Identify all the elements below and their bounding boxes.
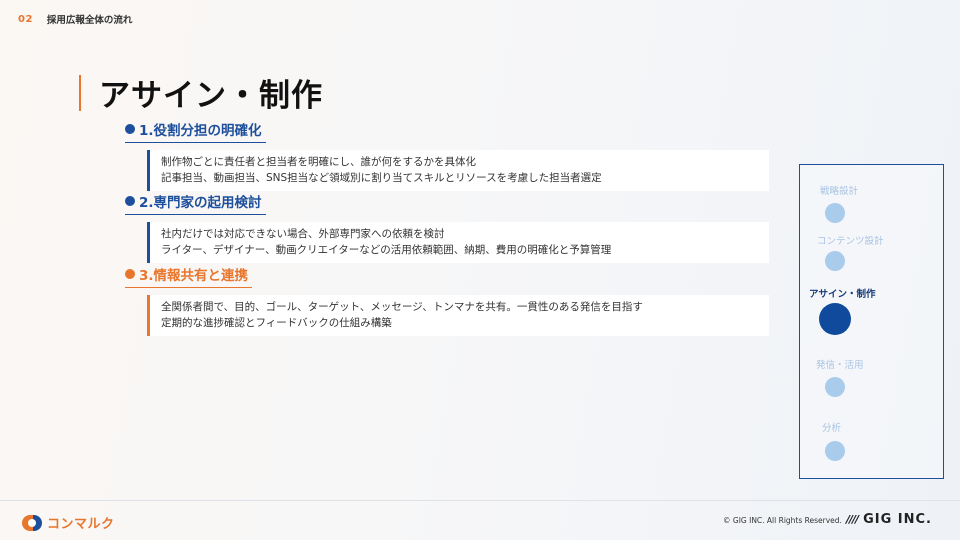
bullet-icon xyxy=(125,196,135,206)
conmaruku-logo-icon xyxy=(22,514,42,531)
flow-step-dot xyxy=(825,377,845,397)
description-line: 制作物ごとに責任者と担当者を明確にし、誰が何をするかを具体化 xyxy=(161,156,476,168)
title-block: アサイン・制作 xyxy=(79,70,323,115)
bullet-icon xyxy=(125,269,135,279)
item-title: 2.専門家の起用検討 xyxy=(139,195,262,211)
item-expert-hiring: 2.専門家の起用検討 社内だけでは対応できない場合、外部専門家への依頼を検討 ラ… xyxy=(125,191,770,263)
gig-logo-mark: //// xyxy=(846,513,859,526)
process-flow-panel: 戦略設計 コンテンツ設計 アサイン・制作 発信・活用 分析 xyxy=(799,164,944,479)
flow-step-dot xyxy=(825,203,845,223)
bullet-icon xyxy=(125,124,135,134)
page-title: アサイン・制作 xyxy=(99,78,323,114)
flow-step-dot-active xyxy=(819,303,851,335)
flow-step-publishing: 発信・活用 xyxy=(816,353,864,372)
flow-step-strategy: 戦略設計 xyxy=(820,179,858,198)
item-information-sharing: 3.情報共有と連携 全関係者間で、目的、ゴール、ターゲット、メッセージ、トンマナ… xyxy=(125,264,770,336)
description-line: ライター、デザイナー、動画クリエイターなどの活用依頼範囲、納期、費用の明確化と予… xyxy=(161,244,612,256)
item-role-clarification: 1.役割分担の明確化 制作物ごとに責任者と担当者を明確にし、誰が何をするかを具体… xyxy=(125,119,770,191)
flow-step-assign-production: アサイン・制作 xyxy=(809,282,876,301)
item-heading: 3.情報共有と連携 xyxy=(125,264,253,288)
item-description: 全関係者間で、目的、ゴール、ターゲット、メッセージ、トンマナを共有。一貫性のある… xyxy=(147,295,769,336)
gig-logo-text: GIG INC. xyxy=(863,512,932,527)
flow-step-label: 戦略設計 xyxy=(820,186,859,197)
footer-divider xyxy=(0,500,960,501)
logo-text: コンマルク xyxy=(47,517,115,532)
description-line: 定期的な進捗確認とフィードバックの仕組み構築 xyxy=(161,317,392,329)
item-title: 3.情報共有と連携 xyxy=(139,268,249,284)
copyright-text: © GIG INC. All Rights Reserved. xyxy=(723,516,842,525)
flow-step-label: 発信・活用 xyxy=(816,360,864,371)
flow-step-label: コンテンツ設計 xyxy=(817,236,884,247)
conmaruku-logo: コンマルク xyxy=(22,513,115,532)
flow-step-label: アサイン・制作 xyxy=(809,289,876,300)
flow-step-dot xyxy=(825,251,845,271)
item-description: 制作物ごとに責任者と担当者を明確にし、誰が何をするかを具体化 記事担当、動画担当… xyxy=(147,150,769,191)
flow-step-content-design: コンテンツ設計 xyxy=(817,229,884,248)
description-line: 全関係者間で、目的、ゴール、ターゲット、メッセージ、トンマナを共有。一貫性のある… xyxy=(161,301,643,313)
item-title: 1.役割分担の明確化 xyxy=(139,123,262,139)
description-line: 記事担当、動画担当、SNS担当など領域別に割り当てスキルとリソースを考慮した担当… xyxy=(161,172,602,184)
title-accent-bar xyxy=(79,74,81,111)
gig-inc-logo: //// GIG INC. xyxy=(846,512,932,527)
flow-step-analysis: 分析 xyxy=(822,416,841,435)
flow-step-dot xyxy=(825,441,845,461)
section-title: 採用広報全体の流れ xyxy=(46,15,133,26)
flow-step-label: 分析 xyxy=(822,423,842,434)
item-description: 社内だけでは対応できない場合、外部専門家への依頼を検討 ライター、デザイナー、動… xyxy=(147,222,769,263)
description-line: 社内だけでは対応できない場合、外部専門家への依頼を検討 xyxy=(161,228,445,240)
item-heading: 2.専門家の起用検討 xyxy=(125,191,266,215)
item-heading: 1.役割分担の明確化 xyxy=(125,119,266,143)
slide-header: 02 採用広報全体の流れ xyxy=(18,12,133,27)
page-number: 02 xyxy=(18,13,33,25)
